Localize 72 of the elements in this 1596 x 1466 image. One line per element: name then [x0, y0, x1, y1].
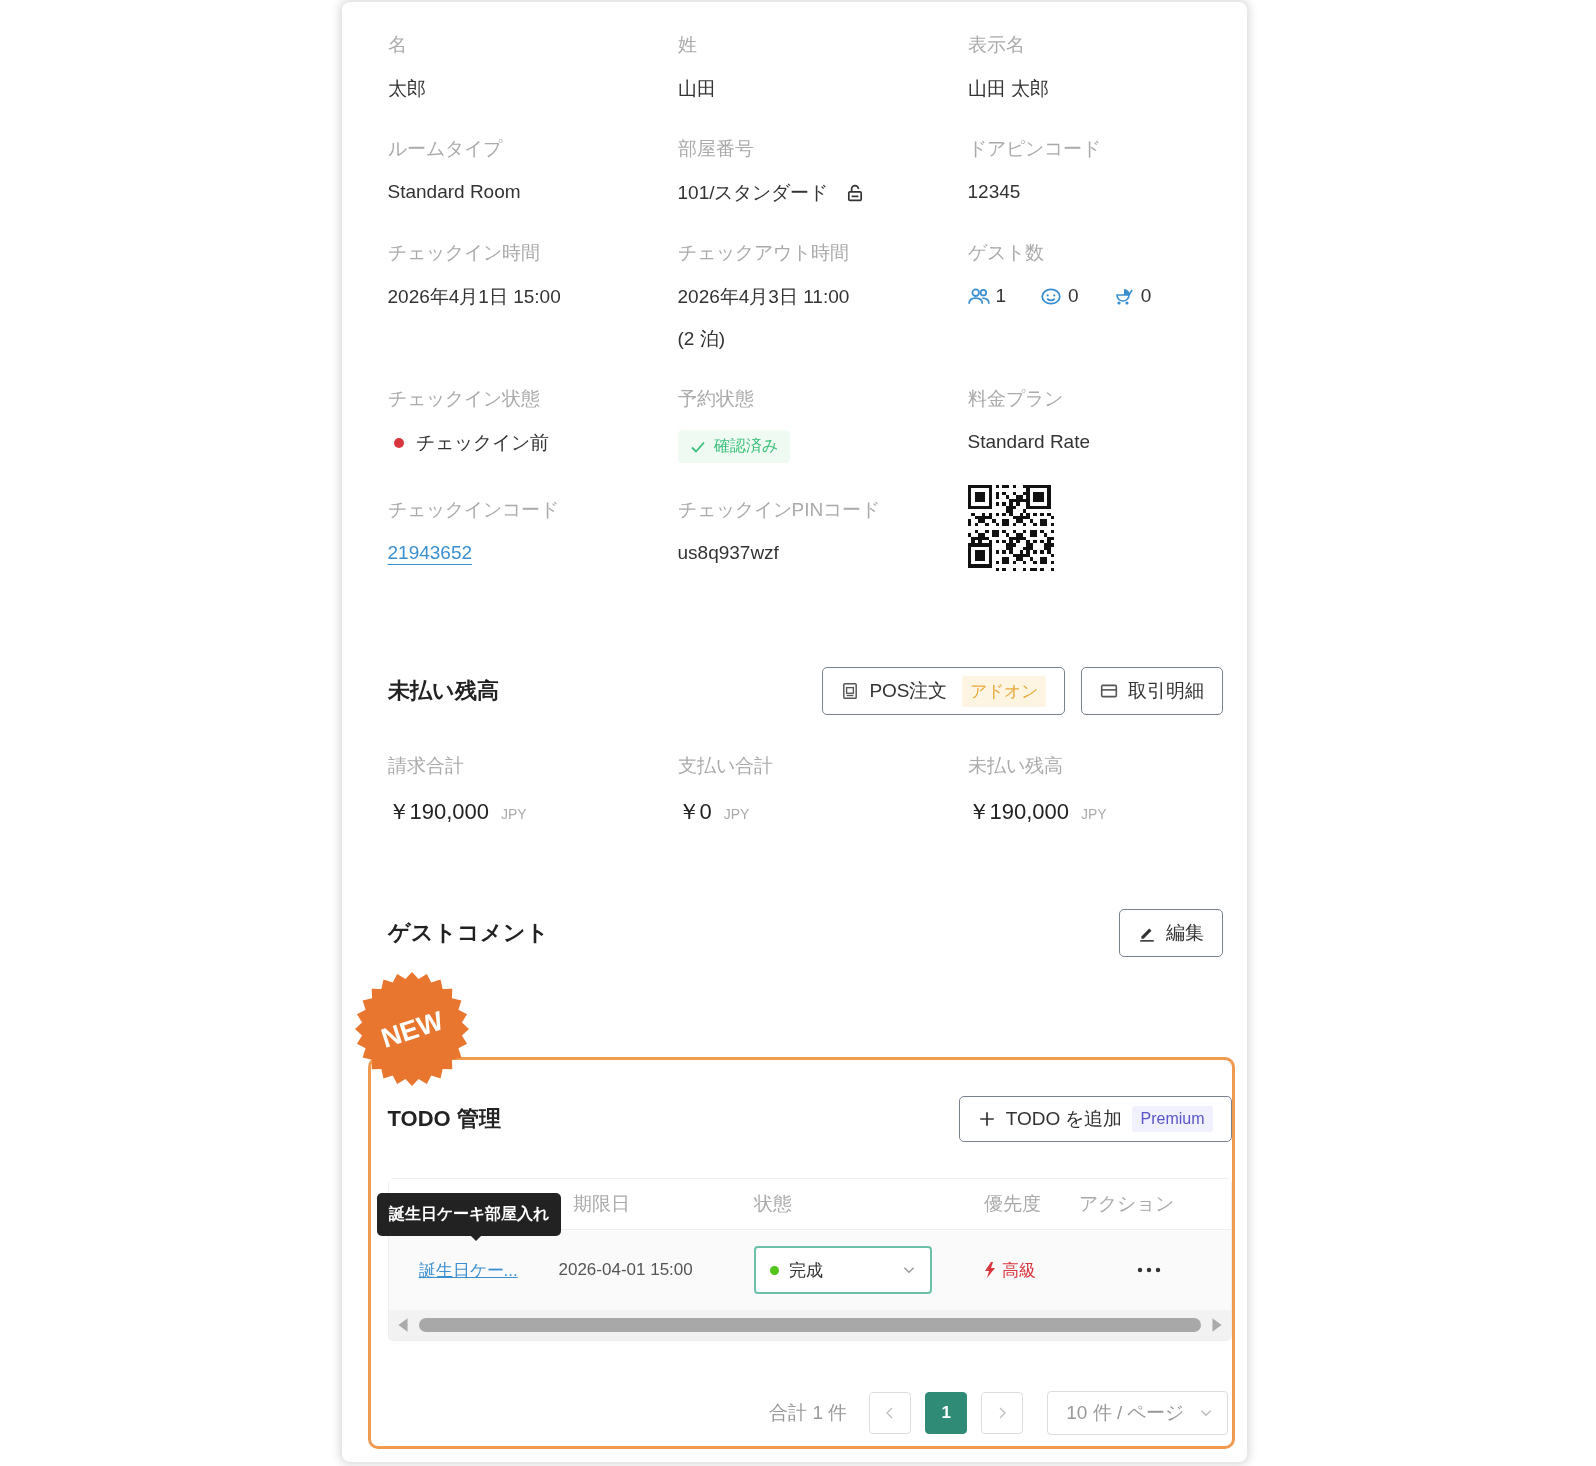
new-badge: NEW	[353, 971, 470, 1087]
guest-count: 1	[995, 285, 1007, 307]
field-label: ルームタイプ	[387, 137, 504, 161]
section-title: TODO 管理	[387, 1105, 501, 1133]
field-label: チェックインコード	[387, 498, 560, 522]
qr-code-icon	[967, 485, 1054, 571]
field-value: チェックイン前	[415, 431, 549, 455]
field-label: 料金プラン	[967, 387, 1064, 411]
column-header: 状態	[753, 1192, 793, 1216]
amount-value: ￥0	[677, 798, 712, 826]
field-label: 表示名	[967, 33, 1026, 57]
field-label: チェックインPINコード	[677, 498, 882, 522]
currency-code: JPY	[723, 806, 750, 822]
chevron-right-icon	[998, 1407, 1007, 1419]
scrollbar-thumb[interactable]	[418, 1318, 1201, 1332]
amount-label: 未払い残高	[967, 754, 1064, 778]
field-label: 予約状態	[677, 387, 755, 411]
field-value: 2026年4月3日 11:00	[677, 285, 850, 309]
next-page-button[interactable]	[981, 1392, 1024, 1434]
scroll-right-icon[interactable]	[1210, 1317, 1223, 1333]
priority-label: 高級	[1001, 1259, 1036, 1282]
statement-button[interactable]: 取引明細	[1080, 667, 1223, 715]
guest-count: 0	[1068, 285, 1079, 307]
amount-value: ￥190,000	[967, 798, 1070, 826]
field-label: 部屋番号	[677, 137, 755, 161]
field-value: 山田	[677, 77, 716, 101]
field-value: 山田 太郎	[967, 77, 1049, 101]
table-cell-text: 2026-04-01 15:00	[558, 1260, 694, 1280]
field-label: チェックアウト時間	[677, 241, 850, 265]
amount-label: 請求合計	[387, 754, 465, 778]
tooltip: 誕生日ケーキ部屋入れ	[376, 1193, 561, 1236]
column-header: アクション	[1078, 1192, 1175, 1216]
currency-code: JPY	[501, 806, 527, 822]
amount-label: 支払い合計	[677, 754, 774, 778]
scroll-left-icon[interactable]	[396, 1317, 409, 1333]
previous-page-button[interactable]	[869, 1392, 912, 1434]
receipt-icon	[841, 682, 860, 700]
plus-icon	[977, 1110, 996, 1128]
stay-note: (2 泊)	[677, 327, 726, 351]
column-header: 優先度	[983, 1192, 1042, 1216]
field-label: チェックイン状態	[387, 387, 541, 411]
guest-count: 0	[1140, 285, 1152, 307]
more-icon[interactable]	[1136, 1267, 1161, 1273]
field-label: チェックイン時間	[387, 241, 541, 265]
field-label: 名	[387, 33, 408, 57]
field-label: ドアピンコード	[967, 137, 1102, 161]
face-icon	[1040, 287, 1063, 305]
edit-button[interactable]: 編集	[1118, 909, 1223, 957]
tooltip-arrow	[468, 1234, 483, 1241]
field-value: Standard Room	[387, 181, 521, 203]
column-header: 期限日	[571, 1192, 631, 1216]
field-value: us8q937wzf	[677, 542, 779, 564]
add-todo-button[interactable]: TODO を追加 Premium	[958, 1096, 1232, 1142]
pos-order-button[interactable]: POS注文 アドオン	[822, 667, 1065, 715]
currency-code: JPY	[1081, 806, 1107, 822]
card-icon	[1099, 682, 1118, 700]
status-tag: 確認済み	[677, 430, 790, 463]
section-title: 未払い残高	[387, 677, 499, 705]
field-value: 101/スタンダード	[677, 181, 829, 205]
people-icon	[967, 287, 990, 305]
field-value: Standard Rate	[967, 431, 1091, 453]
section-title: ゲストコメント	[387, 919, 549, 947]
field-value: 太郎	[387, 77, 426, 101]
chevron-left-icon	[886, 1407, 895, 1419]
field-label: 姓	[677, 33, 698, 57]
field-label: ゲスト数	[967, 241, 1045, 265]
status-select[interactable]: 完成	[753, 1246, 932, 1294]
field-value: 12345	[967, 181, 1021, 203]
amount-value: ￥190,000	[387, 798, 490, 826]
page-button[interactable]: 1	[925, 1392, 968, 1434]
total-count: 合計 1 件	[769, 1401, 848, 1425]
field-value: 2026年4月1日 15:00	[387, 285, 561, 309]
